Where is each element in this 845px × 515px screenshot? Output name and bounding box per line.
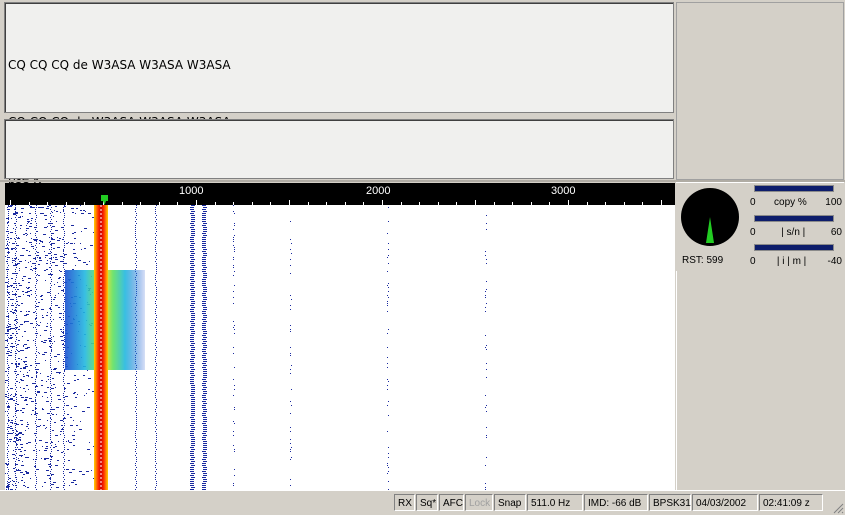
mode-selector[interactable]: BPSK31 — [649, 494, 691, 511]
squelch-toggle[interactable]: Sq* — [416, 494, 438, 511]
afc-toggle[interactable]: AFC — [439, 494, 464, 511]
lock-toggle[interactable]: Lock — [465, 494, 493, 511]
frequency-scale[interactable]: 1000 2000 3000 — [5, 183, 675, 205]
resize-grip-icon[interactable] — [832, 502, 844, 514]
copy-min: 0 — [750, 197, 756, 208]
transmit-text-panel[interactable] — [4, 119, 674, 179]
time-readout: 02:41:09 z — [759, 494, 823, 511]
waterfall-spectrogram — [5, 205, 487, 490]
rst-readout: RST: 599 — [682, 255, 724, 266]
sn-meter-bar — [754, 215, 834, 222]
copy-meter-scale: 0 copy % 100 — [750, 197, 842, 208]
scale-label-2000: 2000 — [366, 185, 391, 197]
meter-panel: RST: 599 0 copy % 100 0 | s/n | 60 0 | i… — [676, 182, 844, 272]
copy-max: 100 — [825, 197, 842, 208]
snap-button[interactable]: Snap — [494, 494, 526, 511]
imd-meter-scale: 0 | i | m | -40 — [750, 256, 842, 267]
tuning-marker-icon[interactable] — [98, 195, 112, 205]
imd-readout: IMD: -66 dB — [584, 494, 648, 511]
waterfall-display[interactable] — [5, 205, 675, 490]
copy-meter-bar — [754, 185, 834, 192]
sn-max: 60 — [830, 227, 842, 238]
status-bar: RX Sq* AFC Lock Snap 511.0 Hz IMD: -66 d… — [0, 490, 845, 515]
side-panel-top — [676, 2, 844, 180]
sn-label: | s/n | — [781, 227, 806, 238]
receive-text-panel[interactable]: CQ CQ CQ de W3ASA W3ASA W3ASA CQ CQ CQ d… — [4, 2, 674, 186]
copy-label: copy % — [774, 197, 807, 208]
imd-label: | i | m | — [776, 256, 807, 267]
scale-label-1000: 1000 — [179, 185, 204, 197]
phase-scope — [681, 188, 739, 246]
signal-trace — [94, 205, 108, 490]
rx-indicator[interactable]: RX — [394, 494, 415, 511]
sn-meter-scale: 0 | s/n | 60 — [750, 227, 842, 238]
frequency-readout: 511.0 Hz — [527, 494, 583, 511]
scale-label-3000: 3000 — [551, 185, 576, 197]
side-panel-bottom — [676, 271, 845, 490]
imd-meter-bar — [754, 244, 834, 251]
phase-vector-icon — [706, 217, 714, 243]
imd-min: 0 — [750, 256, 756, 267]
date-readout: 04/03/2002 — [692, 494, 758, 511]
receive-line: CQ CQ CQ de W3ASA W3ASA W3ASA — [8, 58, 231, 72]
sn-min: 0 — [750, 227, 756, 238]
imd-max: -40 — [827, 256, 842, 267]
